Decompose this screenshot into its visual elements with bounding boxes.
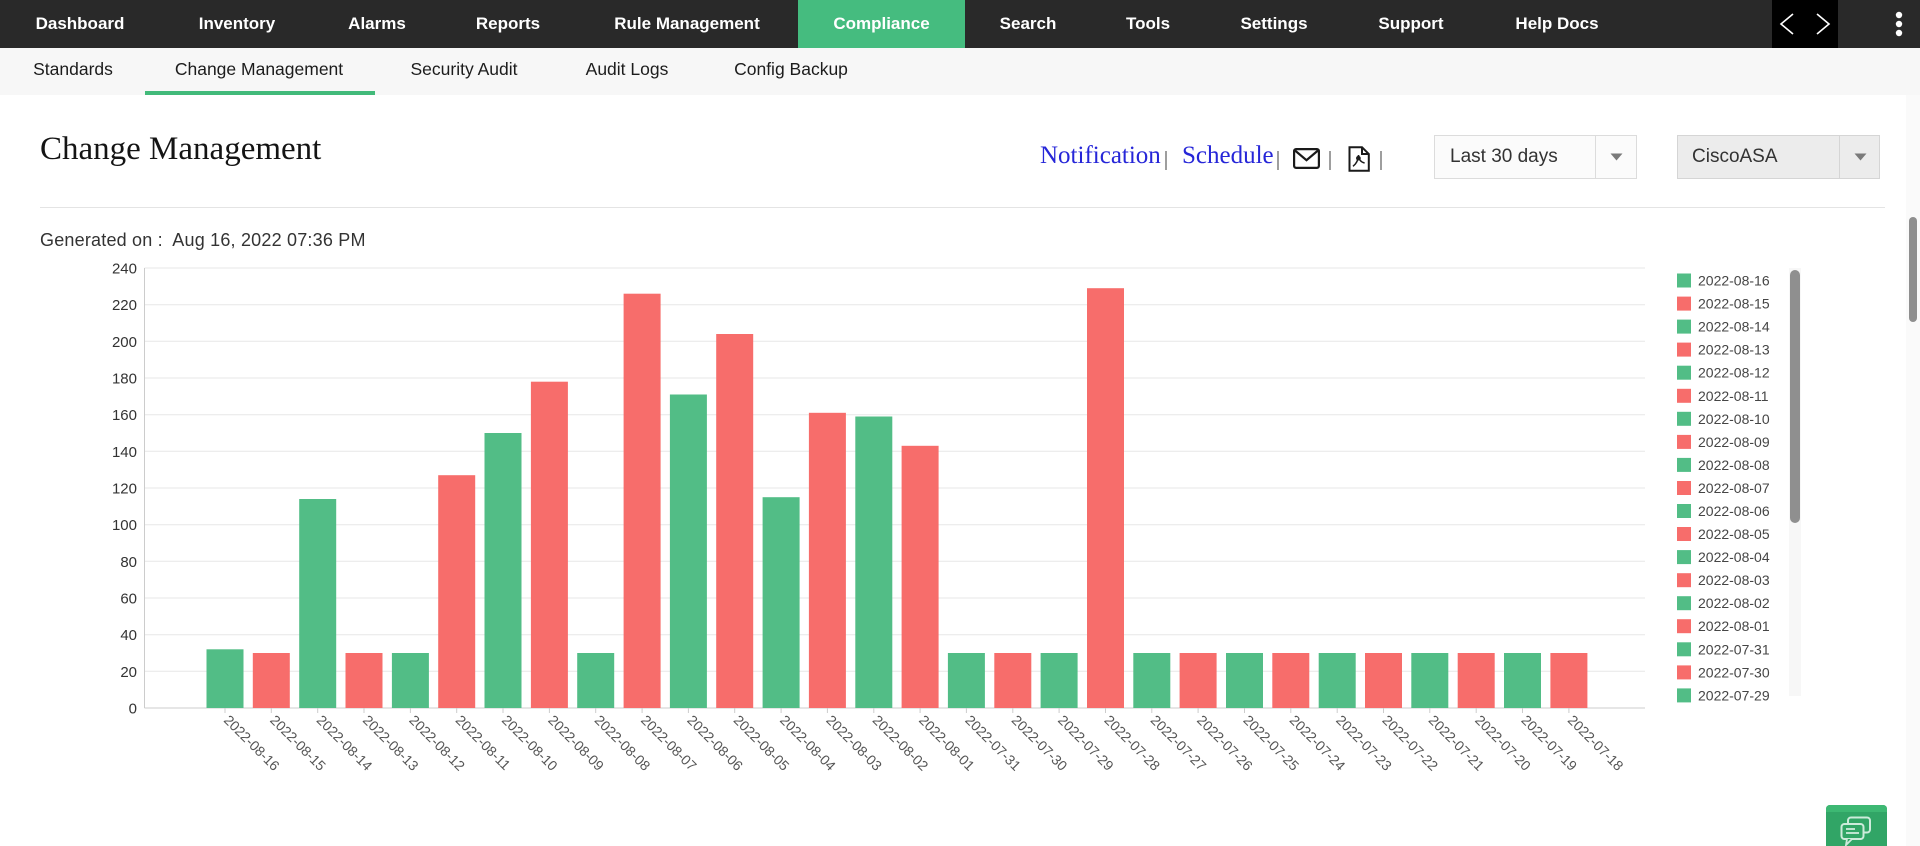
svg-text:60: 60 <box>120 591 137 608</box>
svg-text:0: 0 <box>129 701 137 718</box>
svg-text:2022-08-03: 2022-08-03 <box>1698 572 1770 588</box>
svg-text:2022-08-04: 2022-08-04 <box>1698 549 1770 565</box>
svg-text:80: 80 <box>120 554 137 571</box>
svg-text:200: 200 <box>112 334 137 351</box>
svg-text:2022-08-09: 2022-08-09 <box>1698 434 1770 450</box>
svg-text:220: 220 <box>112 297 137 314</box>
svg-text:2022-08-14: 2022-08-14 <box>1698 319 1770 335</box>
svg-text:40: 40 <box>120 627 137 644</box>
svg-text:2022-07-29: 2022-07-29 <box>1698 687 1770 703</box>
svg-text:2022-08-02: 2022-08-02 <box>1698 595 1770 611</box>
svg-text:2022-08-15: 2022-08-15 <box>1698 296 1770 312</box>
svg-text:2022-08-11: 2022-08-11 <box>1698 388 1769 404</box>
svg-text:140: 140 <box>112 444 137 461</box>
svg-text:2022-08-12: 2022-08-12 <box>1698 365 1770 381</box>
svg-text:2022-08-16: 2022-08-16 <box>1698 273 1770 289</box>
svg-text:2022-08-01: 2022-08-01 <box>1698 618 1770 634</box>
svg-text:20: 20 <box>120 664 137 681</box>
svg-text:2022-08-10: 2022-08-10 <box>1698 411 1770 427</box>
svg-text:2022-07-31: 2022-07-31 <box>1698 641 1770 657</box>
svg-text:160: 160 <box>112 407 137 424</box>
svg-text:2022-08-06: 2022-08-06 <box>1698 503 1770 519</box>
svg-text:2022-08-08: 2022-08-08 <box>1698 457 1770 473</box>
svg-text:2022-08-13: 2022-08-13 <box>1698 342 1770 358</box>
svg-text:180: 180 <box>112 371 137 388</box>
svg-text:2022-07-30: 2022-07-30 <box>1698 664 1770 680</box>
svg-text:120: 120 <box>112 481 137 498</box>
svg-text:100: 100 <box>112 517 137 534</box>
svg-text:2022-08-07: 2022-08-07 <box>1698 480 1770 496</box>
svg-text:240: 240 <box>112 261 137 278</box>
svg-text:2022-08-05: 2022-08-05 <box>1698 526 1770 542</box>
